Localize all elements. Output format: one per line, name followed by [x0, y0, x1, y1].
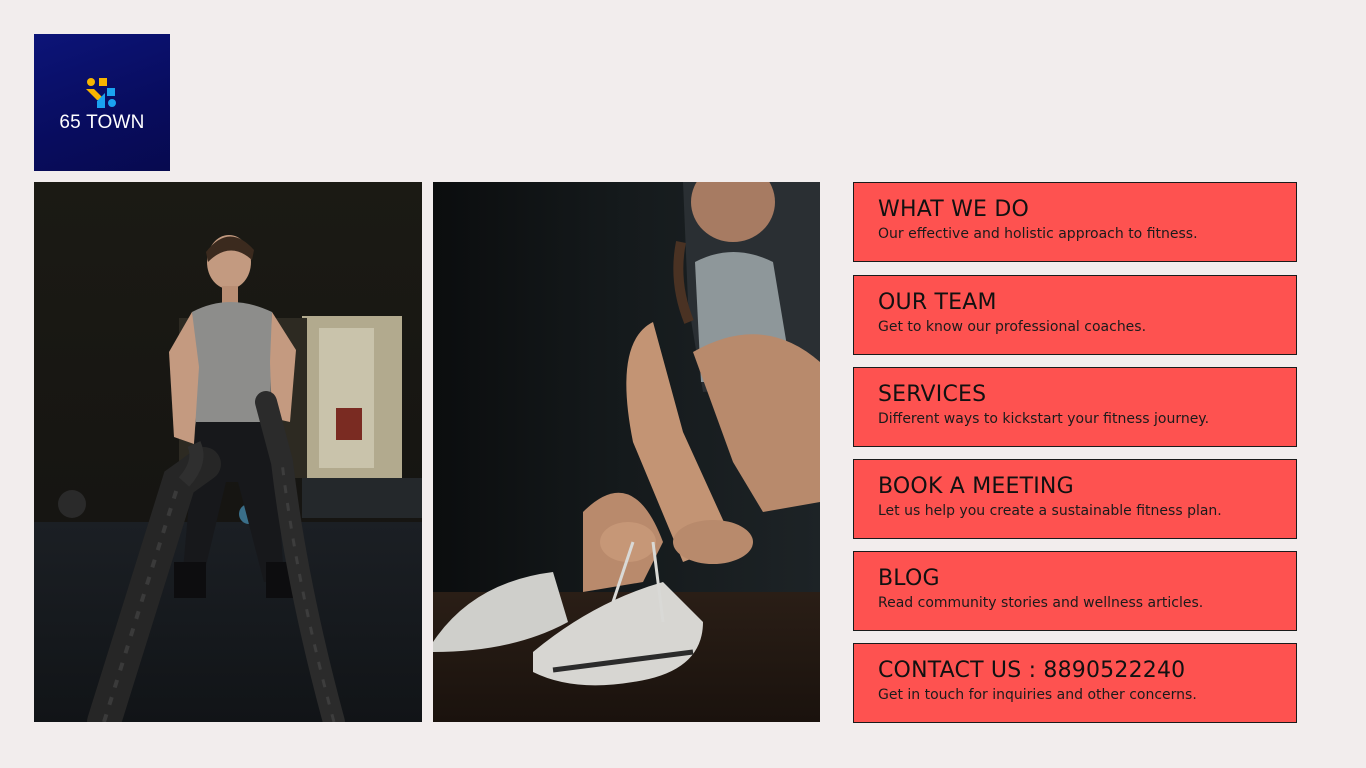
card-what-we-do[interactable]: WHAT WE DO Our effective and holistic ap… — [853, 182, 1297, 262]
photo-tying-shoes — [433, 182, 820, 722]
65-town-logo-icon — [86, 78, 116, 108]
card-title: BLOG — [878, 566, 940, 591]
card-description: Let us help you create a sustainable fit… — [878, 503, 1222, 519]
card-title: WHAT WE DO — [878, 197, 1029, 222]
card-services[interactable]: SERVICES Different ways to kickstart you… — [853, 367, 1297, 447]
card-title: OUR TEAM — [878, 290, 997, 315]
card-our-team[interactable]: OUR TEAM Get to know our professional co… — [853, 275, 1297, 355]
card-contact-us[interactable]: CONTACT US : 8890522240 Get in touch for… — [853, 643, 1297, 723]
card-book-a-meeting[interactable]: BOOK A MEETING Let us help you create a … — [853, 459, 1297, 539]
card-description: Read community stories and wellness arti… — [878, 595, 1204, 611]
card-description: Our effective and holistic approach to f… — [878, 226, 1198, 242]
brand-name: 65 TOWN — [59, 112, 145, 133]
card-title: BOOK A MEETING — [878, 474, 1074, 499]
page: 65 TOWN WHAT WE DO Our effective and hol… — [0, 0, 1366, 768]
battle-ropes-image — [34, 182, 422, 722]
photo-battle-ropes — [34, 182, 422, 722]
card-title: SERVICES — [878, 382, 987, 407]
card-description: Get to know our professional coaches. — [878, 319, 1147, 335]
tying-shoes-image — [433, 182, 820, 722]
card-title: CONTACT US : 8890522240 — [878, 658, 1186, 683]
card-description: Get in touch for inquiries and other con… — [878, 687, 1197, 703]
brand-logo[interactable]: 65 TOWN — [34, 34, 170, 171]
card-description: Different ways to kickstart your fitness… — [878, 411, 1210, 427]
card-blog[interactable]: BLOG Read community stories and wellness… — [853, 551, 1297, 631]
